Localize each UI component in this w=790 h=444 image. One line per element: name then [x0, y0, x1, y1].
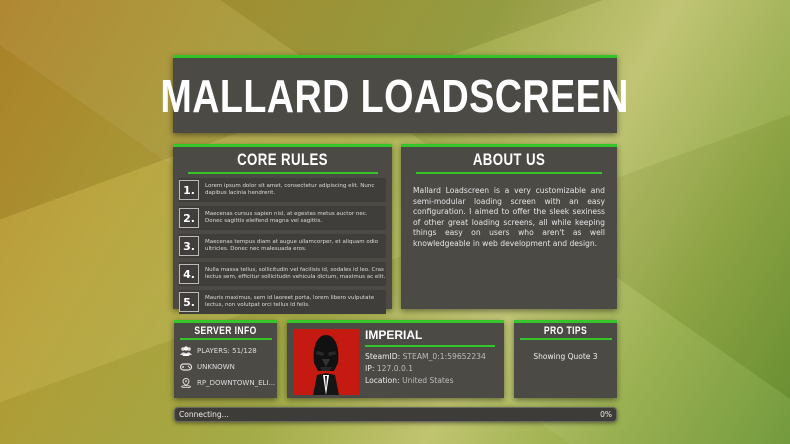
rule-number: 5. — [179, 292, 199, 312]
ip-label: IP: — [365, 364, 375, 373]
title-panel: MALLARD LOADSCREEN — [161, 55, 629, 133]
core-rules-heading: CORE RULES — [237, 150, 328, 169]
pro-tip-text: Showing Quote 3 — [533, 352, 598, 361]
about-panel: ABOUT US Mallard Loadscreen is a very cu… — [401, 144, 617, 309]
darth-vader-avatar — [293, 329, 359, 395]
core-rules-underline — [187, 172, 378, 174]
map-pin-icon — [180, 378, 192, 388]
rule-number: 4. — [179, 264, 199, 284]
rule-text: Maecenas tempus diam at augue ullamcorpe… — [205, 239, 379, 252]
steamid-value: STEAM_0:1:59652234 — [402, 352, 486, 361]
server-info-panel: SERVER INFO PLAYERS: 51/128 UNKNOWN RP_D… — [174, 320, 277, 398]
player-panel: IMPERIAL SteamID: STEAM_0:1:59652234 IP:… — [287, 320, 504, 398]
location-row: Location: United States — [365, 376, 454, 385]
player-name-underline — [365, 345, 495, 347]
page-title: MALLARD LOADSCREEN — [160, 69, 630, 122]
pro-tips-underline — [519, 338, 612, 340]
rule-text: Maecenas cursus sapien nisl, at egestas … — [205, 211, 368, 224]
rule-item: 3. Maecenas tempus diam at augue ullamco… — [179, 234, 386, 258]
rule-item: 5. Mauris maximus, sem id laoreet porta,… — [179, 290, 386, 314]
steamid-label: SteamID: — [365, 352, 401, 361]
about-text: Mallard Loadscreen is a very customizabl… — [413, 186, 605, 248]
players-count: PLAYERS: 51/128 — [197, 347, 257, 355]
location-value: United States — [402, 376, 454, 385]
ip-value: 127.0.0.1 — [376, 364, 414, 373]
pro-tips-panel: PRO TIPS Showing Quote 3 — [514, 320, 617, 398]
gamepad-icon — [180, 362, 192, 372]
ip-row: IP: 127.0.0.1 — [365, 364, 413, 373]
server-info-heading: SERVER INFO — [194, 325, 257, 337]
rule-number: 3. — [179, 236, 199, 256]
players-row: PLAYERS: 51/128 — [180, 346, 277, 356]
rule-item: 4. Nulla massa tellus, sollicitudin vel … — [179, 262, 386, 286]
rule-item: 2. Maecenas cursus sapien nisl, at egest… — [179, 206, 386, 230]
player-name: IMPERIAL — [365, 328, 423, 342]
location-label: Location: — [365, 376, 400, 385]
map-value: RP_DOWNTOWN_ELI... — [197, 379, 276, 387]
steamid-row: SteamID: STEAM_0:1:59652234 — [365, 352, 486, 361]
pro-tips-heading: PRO TIPS — [543, 325, 588, 337]
rule-text: Nulla massa tellus, sollicitudin vel fac… — [205, 267, 386, 280]
about-underline — [416, 172, 602, 174]
rule-text: Lorem ipsum dolor sit amet, consectetur … — [205, 183, 375, 196]
rule-item: 1. Lorem ipsum dolor sit amet, consectet… — [179, 178, 386, 202]
progress-status: Connecting... — [179, 410, 229, 419]
loading-progress-bar: Connecting... 0% — [174, 407, 617, 422]
gamemode-value: UNKNOWN — [197, 363, 235, 371]
rule-text: Mauris maximus, sem id laoreet porta, lo… — [205, 295, 375, 308]
about-heading: ABOUT US — [472, 150, 546, 169]
map-row: RP_DOWNTOWN_ELI... — [180, 378, 277, 388]
progress-percent: 0% — [600, 410, 612, 419]
rule-number: 1. — [179, 180, 199, 200]
rule-number: 2. — [179, 208, 199, 228]
users-icon — [180, 346, 192, 356]
server-info-underline — [179, 338, 272, 340]
core-rules-panel: CORE RULES 1. Lorem ipsum dolor sit amet… — [173, 144, 392, 314]
gamemode-row: UNKNOWN — [180, 362, 277, 372]
